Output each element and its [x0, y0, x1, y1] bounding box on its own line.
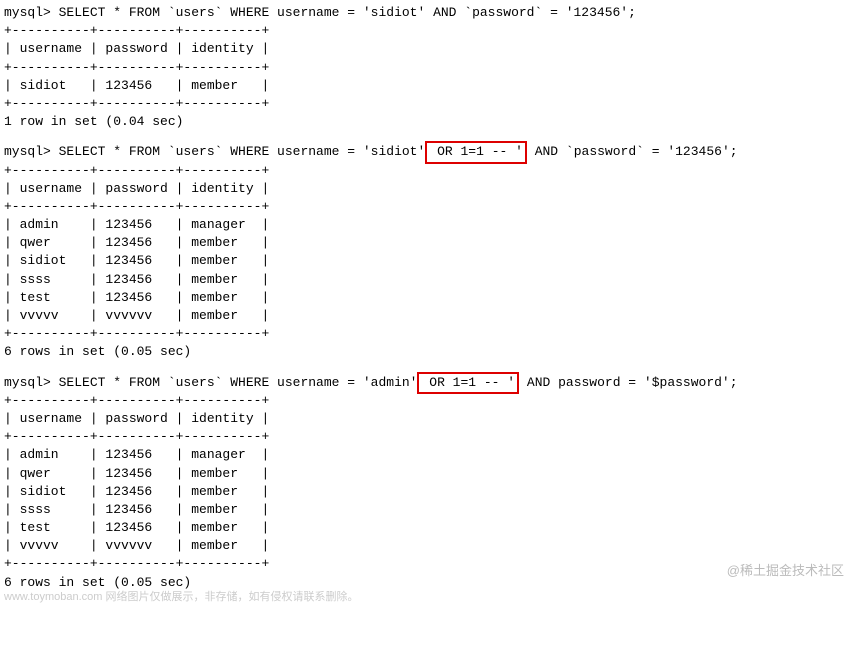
- table-header: | username | password | identity |: [4, 40, 848, 58]
- table-header: | username | password | identity |: [4, 180, 848, 198]
- table-separator: +----------+----------+----------+: [4, 428, 848, 446]
- table-separator: +----------+----------+----------+: [4, 95, 848, 113]
- sql-query-before: SELECT * FROM `users` WHERE username = '…: [59, 375, 418, 390]
- sql-query-after: AND `password` = '123456';: [527, 144, 738, 159]
- sql-injection-highlight: OR 1=1 -- ': [425, 141, 527, 163]
- watermark-small: www.toymoban.com 网络图片仅做展示，非存储，如有侵权请联系删除。: [4, 590, 358, 605]
- sql-prompt-line: mysql> SELECT * FROM `users` WHERE usern…: [4, 143, 848, 161]
- sql-query-after: AND password = '$password';: [519, 375, 737, 390]
- result-count: 1 row in set (0.04 sec): [4, 113, 848, 131]
- table-row: | ssss | 123456 | member |: [4, 271, 848, 289]
- table-row: | sidiot | 123456 | member |: [4, 77, 848, 95]
- table-separator: +----------+----------+----------+: [4, 555, 848, 573]
- table-row: | ssss | 123456 | member |: [4, 501, 848, 519]
- table-row: | qwer | 123456 | member |: [4, 234, 848, 252]
- sql-query: SELECT * FROM `users` WHERE username = '…: [59, 5, 636, 20]
- table-row: | admin | 123456 | manager |: [4, 216, 848, 234]
- table-separator: +----------+----------+----------+: [4, 392, 848, 410]
- query-block-2: mysql> SELECT * FROM `users` WHERE usern…: [4, 143, 848, 361]
- watermark-main: @稀土掘金技术社区: [727, 562, 844, 580]
- mysql-prompt: mysql>: [4, 144, 59, 159]
- table-separator: +----------+----------+----------+: [4, 198, 848, 216]
- table-row: | admin | 123456 | manager |: [4, 446, 848, 464]
- sql-prompt-line: mysql> SELECT * FROM `users` WHERE usern…: [4, 374, 848, 392]
- mysql-prompt: mysql>: [4, 5, 59, 20]
- result-count: 6 rows in set (0.05 sec): [4, 343, 848, 361]
- table-row: | sidiot | 123456 | member |: [4, 252, 848, 270]
- table-separator: +----------+----------+----------+: [4, 162, 848, 180]
- table-row: | test | 123456 | member |: [4, 289, 848, 307]
- result-count: 6 rows in set (0.05 sec): [4, 574, 848, 592]
- table-row: | vvvvv | vvvvvv | member |: [4, 307, 848, 325]
- query-block-3: mysql> SELECT * FROM `users` WHERE usern…: [4, 374, 848, 592]
- query-block-1: mysql> SELECT * FROM `users` WHERE usern…: [4, 4, 848, 131]
- table-separator: +----------+----------+----------+: [4, 325, 848, 343]
- sql-query-before: SELECT * FROM `users` WHERE username = '…: [59, 144, 426, 159]
- table-separator: +----------+----------+----------+: [4, 59, 848, 77]
- table-row: | vvvvv | vvvvvv | member |: [4, 537, 848, 555]
- sql-prompt-line: mysql> SELECT * FROM `users` WHERE usern…: [4, 4, 848, 22]
- table-separator: +----------+----------+----------+: [4, 22, 848, 40]
- table-row: | sidiot | 123456 | member |: [4, 483, 848, 501]
- table-header: | username | password | identity |: [4, 410, 848, 428]
- mysql-prompt: mysql>: [4, 375, 59, 390]
- table-row: | qwer | 123456 | member |: [4, 465, 848, 483]
- table-row: | test | 123456 | member |: [4, 519, 848, 537]
- sql-injection-highlight: OR 1=1 -- ': [417, 372, 519, 394]
